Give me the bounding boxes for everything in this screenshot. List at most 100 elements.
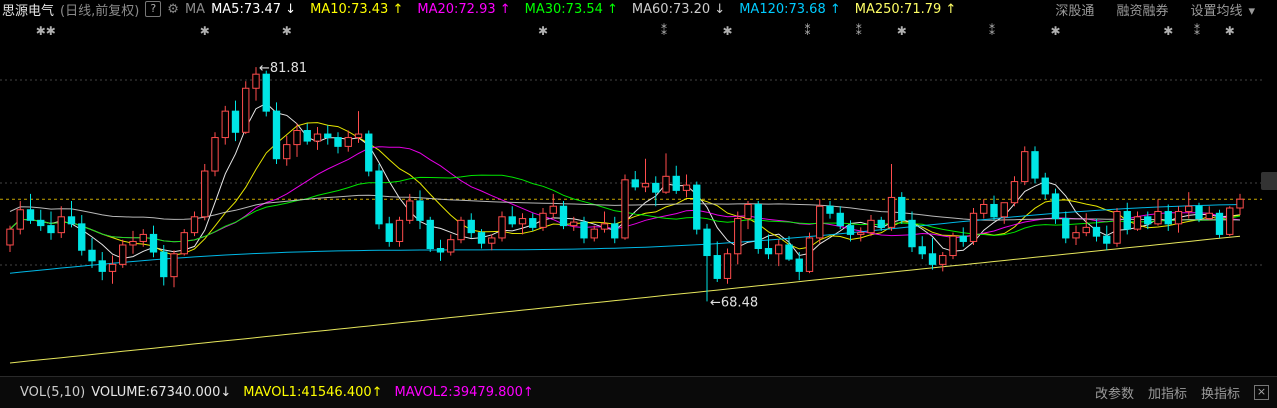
candle-up (221, 110, 229, 139)
candle-down (1195, 205, 1203, 220)
candle-up (1021, 151, 1029, 183)
ma-value-list: MA5:73.47 ↓ MA10:73.43 ↑ MA20:72.93 ↑ MA30:… (211, 2, 962, 17)
mavol2-value: MAVOL2:39479.800↑ (394, 385, 534, 400)
event-marker: ✱ (200, 24, 210, 38)
tool-shenguton[interactable]: 深股通 (1055, 0, 1094, 19)
candle-down (580, 221, 588, 239)
candle-up (57, 216, 65, 234)
candle-down (877, 219, 885, 228)
help-button[interactable]: ? (145, 1, 162, 17)
stock-name[interactable]: 思源电气 (2, 0, 54, 19)
candle-down (98, 260, 106, 272)
tool-set-ma[interactable]: 设置均线 ▾ (1190, 0, 1261, 19)
candle-down (1164, 211, 1172, 225)
event-marker: ⁑ (805, 23, 811, 38)
candle-up (590, 228, 598, 239)
candle-up (1010, 181, 1019, 204)
event-marker: ✱ (897, 24, 907, 38)
candle-down (908, 219, 916, 248)
candle-down (559, 205, 568, 227)
candle-up (6, 228, 14, 246)
candle-down (1062, 218, 1070, 239)
candle-down (436, 248, 445, 253)
candle-up (1226, 207, 1234, 235)
event-marker: ✱ (282, 24, 292, 38)
candle-down (375, 170, 383, 225)
candle-up (201, 170, 209, 218)
candle-down (467, 219, 475, 234)
ma-value-ma120: MA120:73.68 ↑ (739, 1, 841, 17)
candle-down (508, 216, 516, 225)
chart-header: 思源电气 (日线,前复权) ? ⚙ MA MA5:73.47 ↓ MA10:73.… (0, 0, 1277, 19)
candle-up (129, 240, 137, 246)
candle-down (334, 137, 342, 147)
candle-down (149, 233, 158, 253)
ma-value-ma20: MA20:72.93 ↑ (417, 1, 511, 17)
candle-up (190, 216, 199, 234)
candle-down (37, 219, 45, 227)
side-collapse-handle[interactable] (1261, 172, 1277, 190)
candle-down (262, 73, 270, 112)
add-indicator-button[interactable]: 加指标 (1148, 383, 1187, 402)
mavol1-value: MAVOL1:41546.400↑ (243, 385, 383, 400)
candle-down (754, 203, 762, 249)
candle-down (272, 110, 281, 160)
event-marker: ✱ (1051, 24, 1061, 38)
event-marker: ⁑ (661, 23, 667, 38)
volume-tools: 改参数 加指标 换指标 × (1095, 383, 1277, 402)
event-marker: ✱✱ (36, 24, 56, 38)
candle-down (928, 253, 937, 265)
ma-value-ma30: MA30:73.54 ↑ (524, 1, 618, 17)
tool-margin-trading[interactable]: 融资融券 (1116, 0, 1168, 19)
candle-down (1123, 211, 1131, 230)
candle-up (949, 235, 957, 257)
candle-down (1215, 212, 1224, 235)
candle-down (1092, 226, 1101, 237)
candle-up (939, 255, 947, 265)
candle-up (488, 237, 496, 244)
candle-up (170, 253, 178, 278)
candle-down (898, 196, 906, 221)
candle-down (672, 175, 680, 191)
candle-down (918, 246, 926, 255)
change-params-button[interactable]: 改参数 (1095, 383, 1134, 402)
candle-up (457, 219, 465, 241)
candle-up (744, 203, 752, 220)
event-marker: ⁑ (1194, 23, 1200, 38)
candle-up (1174, 211, 1183, 225)
candle-up (570, 221, 578, 227)
candle-up (139, 233, 147, 242)
candle-up (1236, 198, 1244, 209)
candle-up (1072, 232, 1080, 239)
candle-up (242, 87, 250, 133)
candle-up (662, 175, 670, 193)
candle-down (529, 218, 537, 228)
ma-value-ma250: MA250:71.79 ↑ (854, 1, 957, 17)
candle-down (652, 182, 660, 193)
candle-down (324, 133, 332, 139)
switch-indicator-button[interactable]: 换指标 (1201, 383, 1240, 402)
ma-line-ma250 (9, 235, 1241, 364)
candle-up (816, 205, 824, 239)
candle-up (518, 218, 527, 225)
candle-up (775, 244, 783, 255)
candle-up (1113, 211, 1121, 244)
candle-up (887, 196, 896, 228)
candle-up (857, 232, 865, 235)
candle-up (395, 219, 404, 242)
candle-up (539, 212, 547, 228)
close-icon[interactable]: × (1254, 385, 1269, 400)
candle-down (713, 255, 721, 279)
candle-up (108, 263, 117, 272)
vol-label[interactable]: VOL(5,10) (20, 385, 85, 400)
event-marker: ✱ (1225, 24, 1235, 38)
candle-down (990, 203, 998, 218)
candlestick-chart[interactable]: ←81.81←68.48✱✱ ✱ ✱ ✱ ⁑ ✱ ⁑ ⁑ ✱ ⁑ ✱ ✱ ⁑ ✱ (0, 18, 1262, 376)
header-tools: 深股通 融资融券 设置均线 ▾ (1055, 0, 1277, 19)
candle-up (600, 223, 609, 230)
candle-up (252, 73, 260, 89)
candle-up (119, 244, 127, 265)
candle-down (47, 225, 55, 234)
candle-down (477, 232, 486, 244)
gear-icon[interactable]: ⚙ (167, 2, 179, 17)
